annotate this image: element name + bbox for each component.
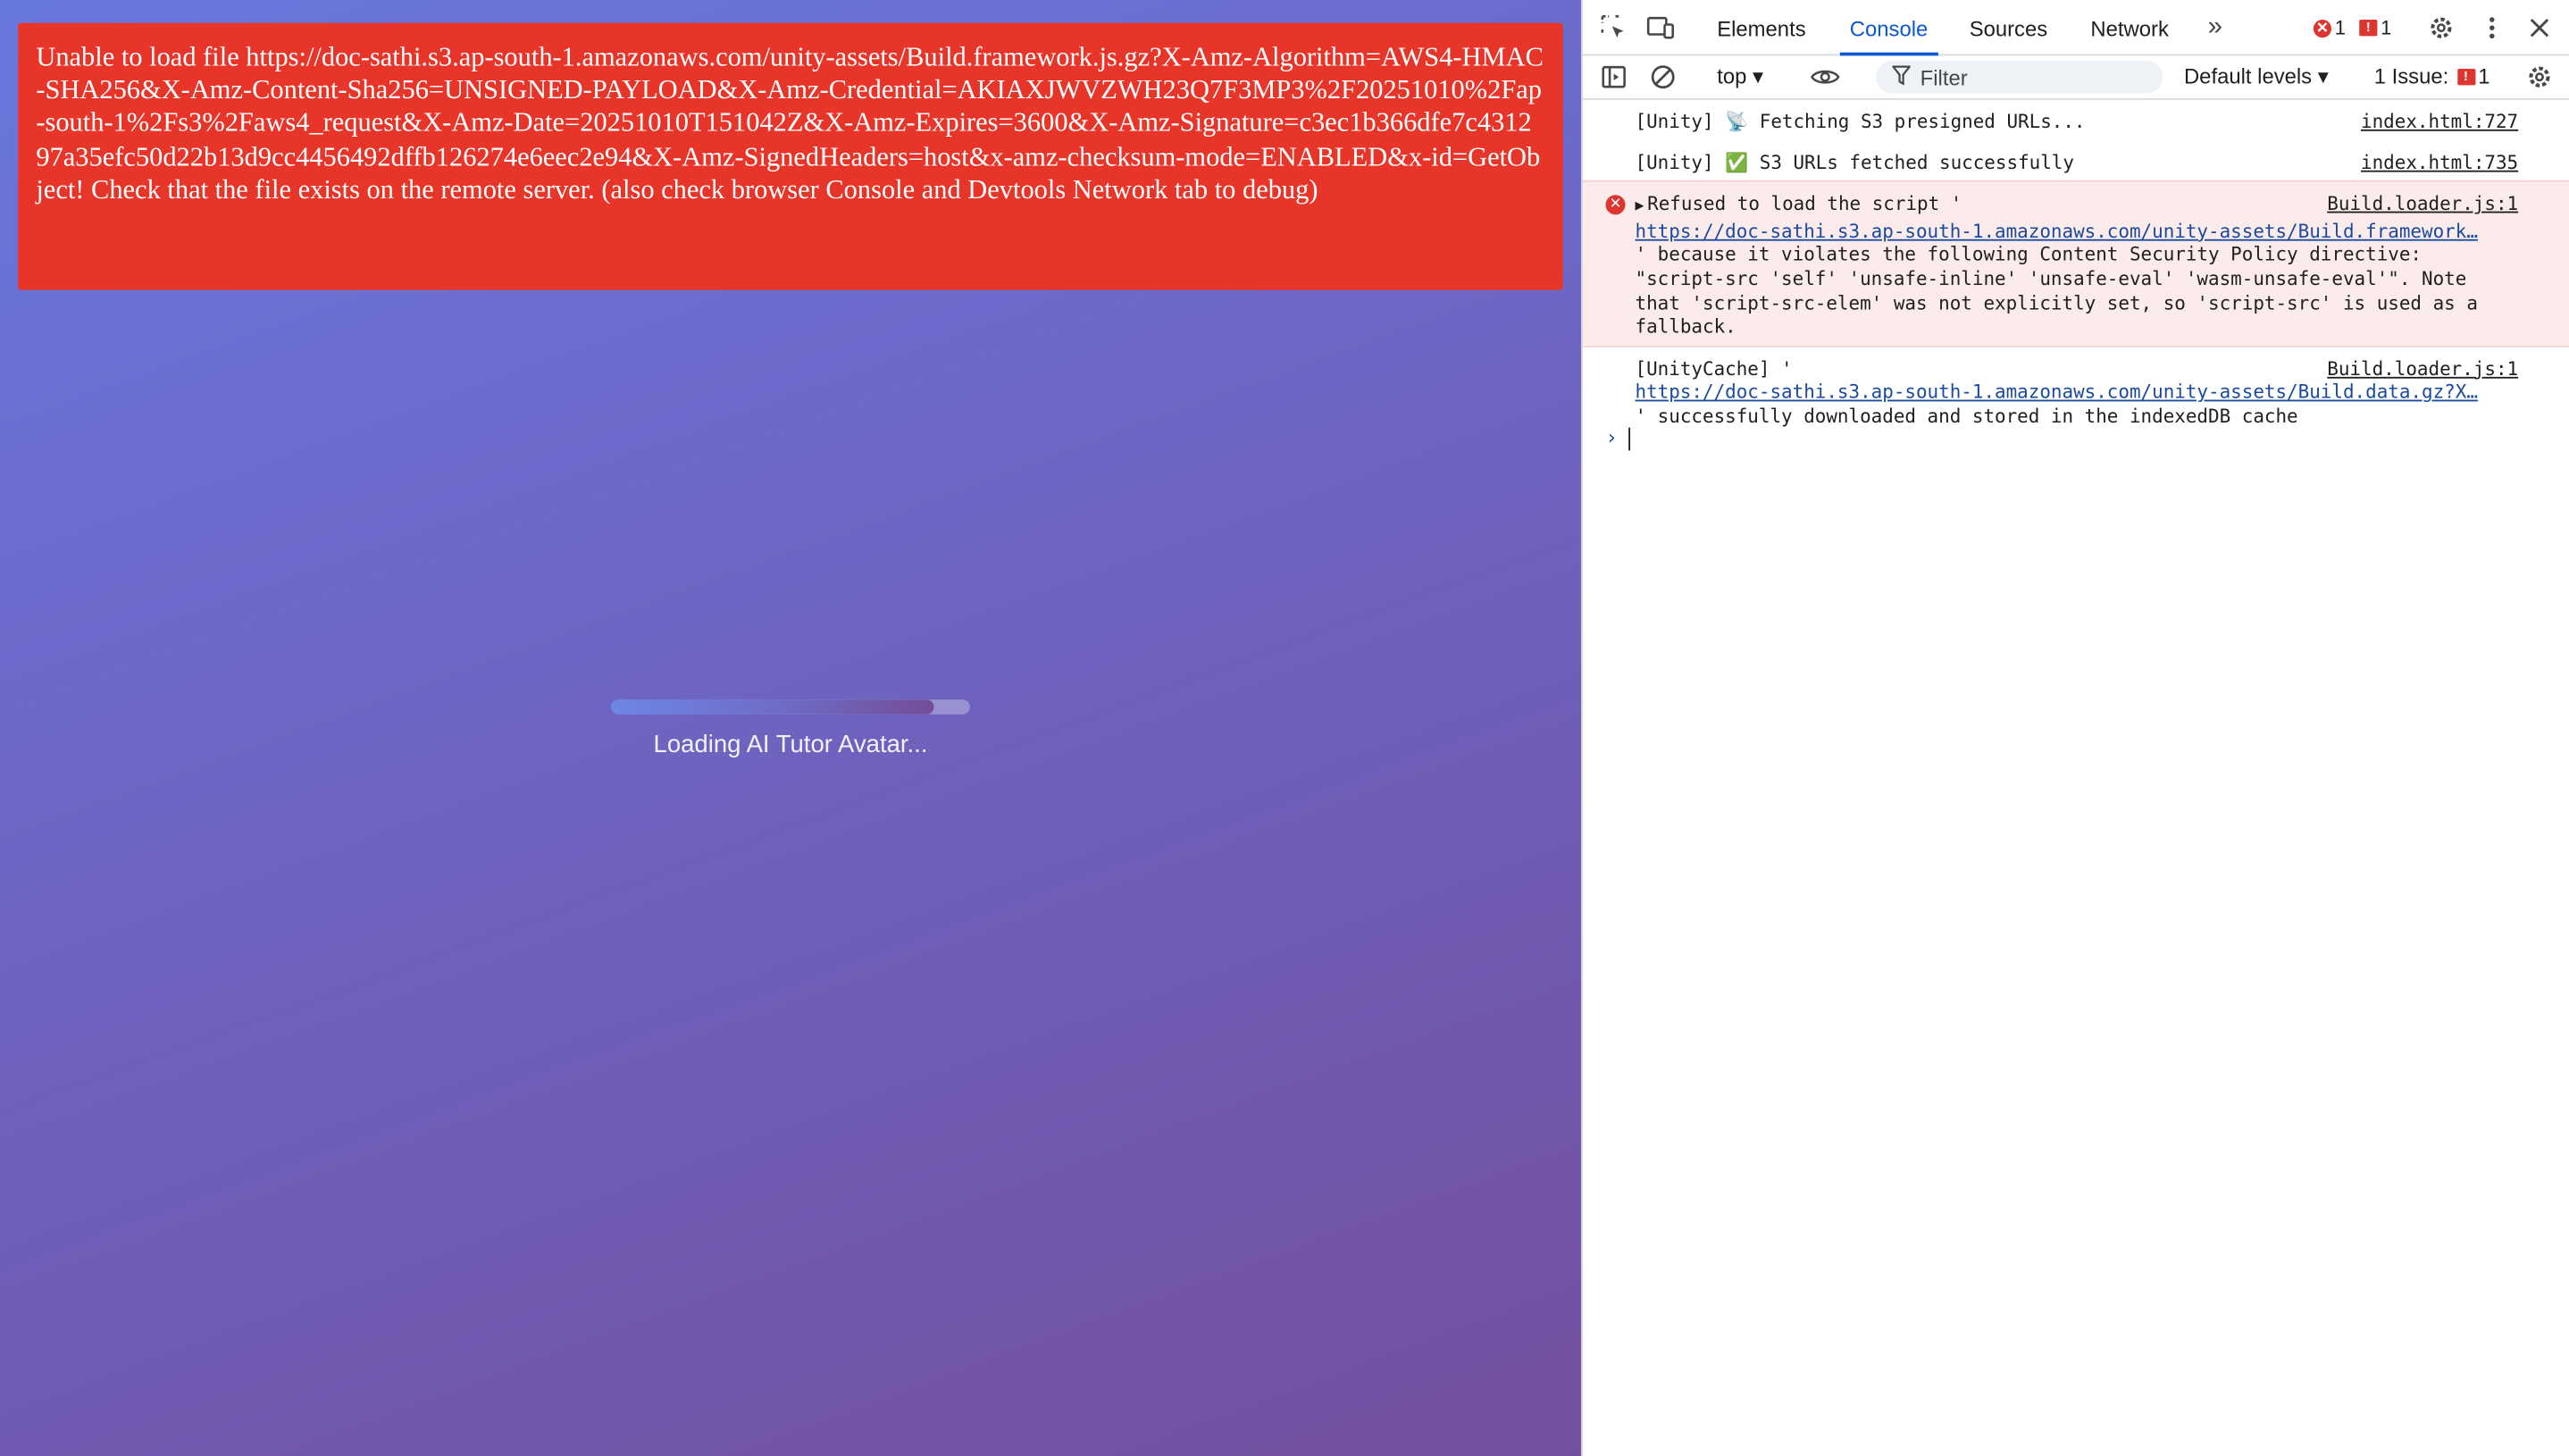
- close-icon[interactable]: [2524, 13, 2554, 43]
- filter-funnel-icon: [1891, 64, 1912, 89]
- console-messages: [Unity] 📡 Fetching S3 presigned URLs... …: [1582, 100, 2569, 451]
- clear-console-icon[interactable]: [1648, 63, 1678, 92]
- source-link[interactable]: index.html:727: [2351, 110, 2518, 134]
- console-prompt-chevron-icon: ›: [1605, 425, 1618, 449]
- dropdown-arrow-icon: ▾: [1753, 63, 1764, 89]
- more-options-icon[interactable]: [2477, 13, 2506, 43]
- source-link[interactable]: index.html:735: [2351, 150, 2518, 174]
- tab-elements[interactable]: Elements: [1717, 0, 1805, 54]
- error-icon: ✕: [1605, 195, 1626, 215]
- data-url-link[interactable]: https://doc-sathi.s3.ap-south-1.amazonaw…: [1636, 381, 2522, 405]
- source-link[interactable]: Build.loader.js:1: [2317, 356, 2518, 381]
- issue-flag-icon: !: [2359, 20, 2378, 37]
- tab-network[interactable]: Network: [2090, 0, 2168, 54]
- issues-counter[interactable]: 1 Issue: ! 1: [2374, 64, 2490, 89]
- tab-sources[interactable]: Sources: [1970, 0, 2047, 54]
- console-message: [Unity] ✅ S3 URLs fetched successfully i…: [1635, 149, 2519, 174]
- sidebar-toggle-icon[interactable]: [1599, 63, 1628, 92]
- loading-text: Loading AI Tutor Avatar...: [653, 731, 928, 759]
- error-banner: Unable to load file https://doc-sathi.s3…: [18, 22, 1563, 290]
- log-levels-select[interactable]: Default levels ▾: [2184, 64, 2329, 90]
- console-message: [Unity] 📡 Fetching S3 presigned URLs... …: [1635, 109, 2519, 134]
- chevron-double-right-icon[interactable]: »: [2200, 13, 2230, 43]
- inspect-element-icon[interactable]: [1599, 13, 1628, 43]
- error-icon: ✕: [2313, 19, 2332, 38]
- expand-triangle-icon[interactable]: ▶: [1636, 198, 1644, 214]
- page-viewport: Unable to load file https://doc-sathi.s3…: [0, 0, 1581, 1456]
- script-url-link[interactable]: https://doc-sathi.s3.ap-south-1.amazonaw…: [1636, 219, 2522, 243]
- devtools-tabbar: Elements Console Sources Network » ✕ 1 !…: [1582, 0, 2569, 56]
- console-filter: [1876, 60, 2163, 94]
- error-count-badge[interactable]: ✕ 1: [2313, 15, 2346, 41]
- issue-flag-icon: ! 1: [2456, 64, 2490, 88]
- settings-gear-icon[interactable]: [2426, 13, 2456, 43]
- console-settings-gear-icon[interactable]: [2524, 63, 2554, 92]
- eye-icon[interactable]: [1810, 63, 1840, 92]
- dropdown-arrow-icon: ▾: [2317, 63, 2329, 89]
- filter-input[interactable]: [1920, 64, 2134, 89]
- context-select[interactable]: top ▾: [1717, 64, 1763, 90]
- console-message: [UnityCache] ' Build.loader.js:1 https:/…: [1583, 347, 2569, 431]
- loading-progress-fill: [611, 699, 934, 715]
- console-input-caret[interactable]: [1628, 427, 1631, 451]
- issue-count-badge[interactable]: ! 1: [2359, 15, 2391, 41]
- console-toolbar: top ▾ Default levels ▾ 1 Issue: !1: [1582, 55, 2569, 100]
- console-error-message: ✕ ▶ Refused to load the script ' Build.lo…: [1582, 180, 2569, 347]
- device-toolbar-icon[interactable]: [1646, 13, 1676, 43]
- devtools-panel: Elements Console Sources Network » ✕ 1 !…: [1580, 0, 2569, 1456]
- loading-progress-bar: [611, 699, 970, 715]
- tab-console[interactable]: Console: [1839, 0, 1937, 56]
- source-link[interactable]: Build.loader.js:1: [2317, 191, 2519, 216]
